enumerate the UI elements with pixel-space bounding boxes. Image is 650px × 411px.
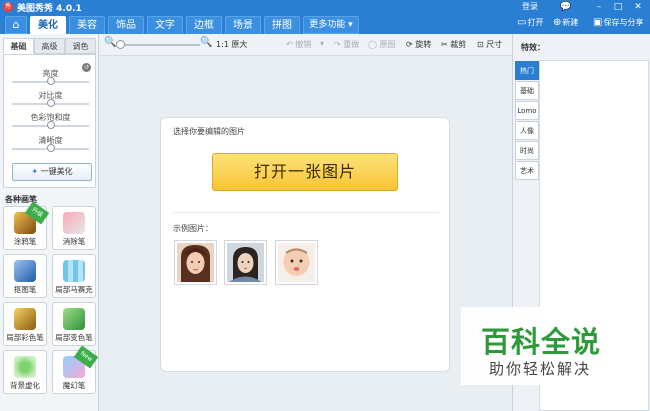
sample-portrait-2 xyxy=(227,243,264,282)
mosaic-icon xyxy=(63,260,85,282)
zoom-slider[interactable] xyxy=(120,44,200,46)
redo-button[interactable]: ↷ 重做 xyxy=(334,39,359,50)
tab-scenes[interactable]: 场景 xyxy=(225,16,261,34)
plus-icon: ⊕ xyxy=(553,17,562,28)
image-toolbar: 🔍 🔍 1:1 原大 ↶ 撤销 ▾ ↷ 重做 ◯ 原图 ⟳ 旋转 ✂ 裁剪 ⊡ … xyxy=(100,34,512,56)
subtab-basic[interactable]: 基础 xyxy=(3,38,34,54)
recolor-pen-icon xyxy=(63,308,85,330)
sample-image-2[interactable] xyxy=(224,240,267,285)
rotate-button[interactable]: ⟳ 旋转 xyxy=(406,39,431,50)
effect-category-hot[interactable]: 热门 xyxy=(515,61,539,80)
more-features-menu[interactable]: 更多功能 ▾ xyxy=(303,16,359,34)
magic-wand-icon: ✦ xyxy=(31,167,39,176)
contrast-slider[interactable] xyxy=(12,99,89,107)
sharpness-slider[interactable] xyxy=(12,144,89,152)
open-image-card: 选择你要编辑的图片 打开一张图片 示例图片： xyxy=(160,117,450,372)
undo-button[interactable]: ↶ 撤销 xyxy=(286,39,311,50)
tool-local-color-pen[interactable]: 局部彩色笔 xyxy=(3,302,47,346)
subtab-color[interactable]: 调色 xyxy=(65,38,96,54)
save-icon: ▣ xyxy=(593,17,603,28)
brightness-slider[interactable] xyxy=(12,77,89,85)
zoom-in-icon[interactable]: 🔍 xyxy=(200,37,212,48)
tool-cutout-pen[interactable]: 抠图笔 xyxy=(3,254,47,298)
save-share-action[interactable]: ▣保存与分享 xyxy=(593,17,643,28)
tool-eraser-pen[interactable]: 消除笔 xyxy=(52,206,96,250)
watermark-title: 百科全说 xyxy=(481,325,602,359)
blur-icon xyxy=(14,356,36,378)
folder-icon: ▭ xyxy=(517,17,527,28)
app-title: 美图秀秀 4.0.1 xyxy=(17,4,82,14)
tool-background-blur[interactable]: 背景虚化 xyxy=(3,350,47,394)
adjust-panel: ↺ 亮度 对比度 色彩饱和度 清晰度 ✦ 一键美化 xyxy=(3,54,96,188)
saturation-slider[interactable] xyxy=(12,121,89,129)
sharpness-slider-knob[interactable] xyxy=(46,144,55,152)
maximize-button[interactable]: □ xyxy=(612,1,624,13)
tab-accessories[interactable]: 饰品 xyxy=(108,16,144,34)
sample-portrait-3 xyxy=(278,243,315,282)
left-panel: 基础 高级 调色 ↺ 亮度 对比度 色彩饱和度 清晰度 ✦ 一键美化 各种画笔 … xyxy=(0,34,99,411)
tab-frames[interactable]: 边框 xyxy=(186,16,222,34)
tab-beauty[interactable]: 美容 xyxy=(69,16,105,34)
main-tab-bar: ⌂ 美化 美容 饰品 文字 边框 场景 拼图 更多功能 ▾ ▭打开 ⊕新建 ▣保… xyxy=(0,14,650,34)
effect-category-portrait[interactable]: 人像 xyxy=(515,121,539,140)
tab-collage[interactable]: 拼图 xyxy=(264,16,300,34)
adjust-subtabs: 基础 高级 调色 xyxy=(3,38,96,54)
cutout-pen-icon xyxy=(14,260,36,282)
effect-category-art[interactable]: 艺术 xyxy=(515,161,539,180)
home-tab[interactable]: ⌂ xyxy=(5,16,27,34)
tool-local-recolor-pen[interactable]: 局部变色笔 xyxy=(52,302,96,346)
canvas-area: 选择你要编辑的图片 打开一张图片 示例图片： xyxy=(100,57,512,411)
tool-local-mosaic[interactable]: 局部马赛克 xyxy=(52,254,96,298)
one-key-beautify-button[interactable]: ✦ 一键美化 xyxy=(12,163,92,181)
contrast-slider-knob[interactable] xyxy=(46,99,55,107)
divider xyxy=(173,212,439,213)
saturation-slider-knob[interactable] xyxy=(46,121,55,129)
undo-dropdown-icon[interactable]: ▾ xyxy=(320,39,324,48)
sample-image-3[interactable] xyxy=(275,240,318,285)
tool-doodle-pen[interactable]: 涂鸦笔 升级 xyxy=(3,201,50,250)
new-action[interactable]: ⊕新建 xyxy=(553,17,578,28)
sample-portrait-1 xyxy=(177,243,214,282)
sample-image-1[interactable] xyxy=(174,240,217,285)
color-pen-icon xyxy=(14,308,36,330)
sample-images-label: 示例图片： xyxy=(173,224,213,233)
effect-category-basic[interactable]: 基础 xyxy=(515,81,539,100)
app-logo: 秀 xyxy=(3,2,13,12)
title-bar: 秀 美图秀秀 4.0.1 登录 💬 – □ ✕ xyxy=(0,0,650,14)
subtab-advanced[interactable]: 高级 xyxy=(34,38,65,54)
effect-category-fashion[interactable]: 时尚 xyxy=(515,141,539,160)
effects-title: 特效： xyxy=(521,43,545,52)
watermark: 百科全说 助你轻松解决 xyxy=(461,307,626,385)
resize-button[interactable]: ⊡ 尺寸 xyxy=(477,39,502,50)
eraser-icon xyxy=(63,212,85,234)
open-action[interactable]: ▭打开 xyxy=(517,17,543,28)
open-image-button[interactable]: 打开一张图片 xyxy=(212,153,398,191)
actual-size-button[interactable]: 1:1 原大 xyxy=(216,39,247,50)
tab-beautify[interactable]: 美化 xyxy=(30,16,66,34)
login-link[interactable]: 登录 xyxy=(522,1,538,12)
original-button[interactable]: ◯ 原图 xyxy=(368,39,396,50)
effect-category-lomo[interactable]: Lomo xyxy=(515,101,539,120)
choose-image-text: 选择你要编辑的图片 xyxy=(173,127,245,136)
tab-text[interactable]: 文字 xyxy=(147,16,183,34)
watermark-subtitle: 助你轻松解决 xyxy=(489,360,592,378)
tool-magic-pen[interactable]: 魔幻笔 New xyxy=(52,345,99,394)
home-icon: ⌂ xyxy=(12,18,20,31)
feedback-icon[interactable]: 💬 xyxy=(560,1,572,13)
minimize-button[interactable]: – xyxy=(593,1,605,13)
close-button[interactable]: ✕ xyxy=(632,1,644,13)
crop-button[interactable]: ✂ 裁剪 xyxy=(441,39,466,50)
brightness-slider-knob[interactable] xyxy=(46,77,55,85)
zoom-slider-knob[interactable] xyxy=(116,40,125,49)
zoom-out-icon[interactable]: 🔍 xyxy=(104,37,116,48)
